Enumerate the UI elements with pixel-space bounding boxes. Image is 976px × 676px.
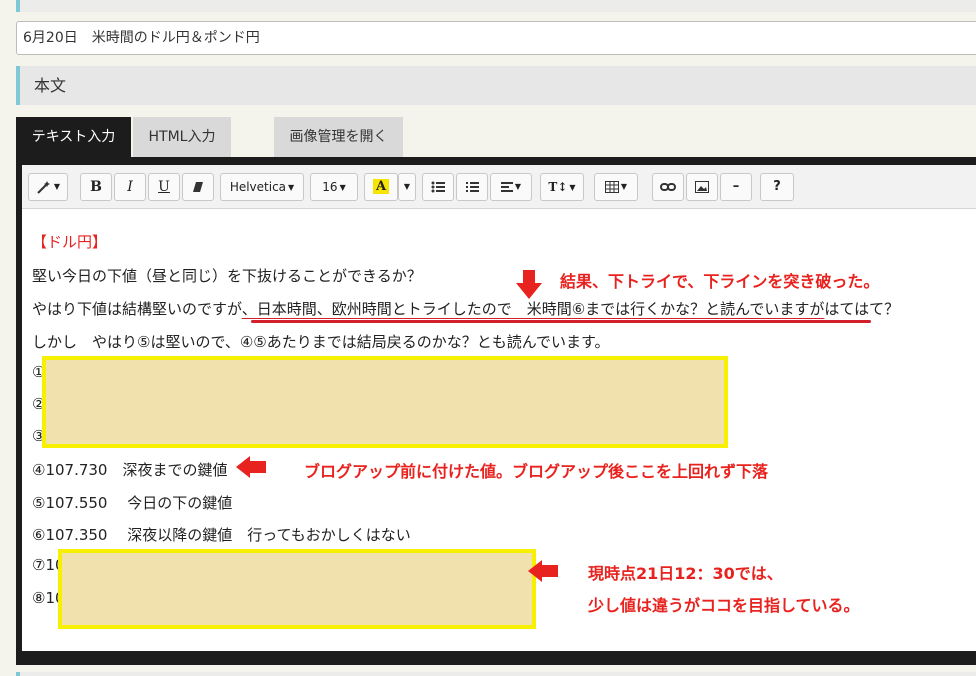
content-line: 堅い今日の下値（昼と同じ）を下抜けることができるか？ bbox=[32, 267, 422, 285]
content-line: やはり下値は結構堅いのですが、日本時間、欧州時間とトライしたので 米時間⑥までは… bbox=[32, 298, 899, 319]
content-line: しかし やはり⑤は堅いので、④⑤あたりまでは結局戻るのかな？とも読んでいます。 bbox=[32, 333, 610, 351]
editor-toolbar: ▼ B I U Helvetica ▼ 16 ▼ A ▼ ▼ T↕ ▼ ▼ – … bbox=[22, 165, 976, 209]
heading-dollar-yen: 【ドル円】 bbox=[32, 233, 108, 251]
help-button[interactable]: ? bbox=[760, 173, 794, 201]
bold-button[interactable]: B bbox=[80, 173, 112, 201]
annotation-note: 現時点21日12：30では、 bbox=[588, 564, 783, 583]
tab-html-input[interactable]: HTML入力 bbox=[133, 117, 231, 157]
numbered-list-button[interactable] bbox=[456, 173, 488, 201]
bullet-list-button[interactable] bbox=[422, 173, 454, 201]
next-section-strip bbox=[16, 672, 976, 676]
horizontal-rule-button[interactable]: – bbox=[720, 173, 752, 201]
annotation-note: 結果、下トライで、下ラインを突き破った。 bbox=[560, 272, 880, 291]
highlight-color-dropdown[interactable]: ▼ bbox=[398, 173, 416, 201]
eraser-icon bbox=[193, 181, 203, 192]
line2-prefix: やはり下値は結構堅いのですが bbox=[32, 300, 242, 318]
table-icon bbox=[604, 181, 619, 193]
redaction-box bbox=[58, 549, 536, 629]
paragraph-align-dropdown[interactable]: ▼ bbox=[490, 173, 532, 201]
open-image-manager-button[interactable]: 画像管理を開く bbox=[274, 117, 403, 157]
highlight-color-button[interactable]: A bbox=[364, 173, 398, 201]
redaction-box bbox=[42, 356, 728, 448]
clear-format-button[interactable] bbox=[182, 173, 214, 201]
list-item: ⑤107.550 今日の下の鍵値 bbox=[32, 494, 233, 512]
down-arrow-icon bbox=[516, 270, 542, 299]
left-arrow-icon bbox=[236, 456, 266, 478]
annotation-note: ブログアップ前に付けた値。ブログアップ後ここを上回れず下落 bbox=[304, 462, 769, 481]
italic-button[interactable]: I bbox=[114, 173, 146, 201]
numbered-list-icon bbox=[466, 181, 479, 192]
annotation-underline bbox=[251, 320, 871, 323]
list-item: ④107.730 深夜までの鍵値 bbox=[32, 461, 228, 479]
tab-text-input[interactable]: テキスト入力 bbox=[16, 117, 131, 157]
bullet-list-icon bbox=[431, 181, 445, 192]
annotation-note: 少し値は違うがココを目指している。 bbox=[588, 596, 860, 615]
post-title-field[interactable]: 6月20日 米時間のドル円＆ポンド円 bbox=[16, 21, 976, 55]
font-family-dropdown[interactable]: Helvetica ▼ bbox=[220, 173, 304, 201]
top-strip bbox=[16, 0, 976, 12]
table-dropdown[interactable]: ▼ bbox=[594, 173, 638, 201]
magic-button[interactable]: ▼ bbox=[28, 173, 68, 201]
underlined-text: 、日本時間、欧州時間とトライしたので 米時間⑥までは行くかな？と読んでいますが bbox=[241, 300, 825, 318]
underline-button[interactable]: U bbox=[148, 173, 180, 201]
left-arrow-icon bbox=[528, 560, 558, 582]
line2-suffix: はてはて？ bbox=[824, 300, 900, 318]
line-height-dropdown[interactable]: T↕ ▼ bbox=[540, 173, 584, 201]
list-item: ⑥107.350 深夜以降の鍵値 行ってもおかしくはない bbox=[32, 526, 411, 544]
insert-link-button[interactable] bbox=[652, 173, 684, 201]
section-heading: 本文 bbox=[16, 66, 976, 105]
font-size-dropdown[interactable]: 16 ▼ bbox=[310, 173, 358, 201]
align-icon bbox=[500, 182, 513, 192]
link-icon bbox=[660, 182, 676, 191]
image-icon bbox=[695, 180, 709, 193]
magic-wand-icon bbox=[37, 181, 50, 194]
insert-image-button[interactable] bbox=[686, 173, 718, 201]
